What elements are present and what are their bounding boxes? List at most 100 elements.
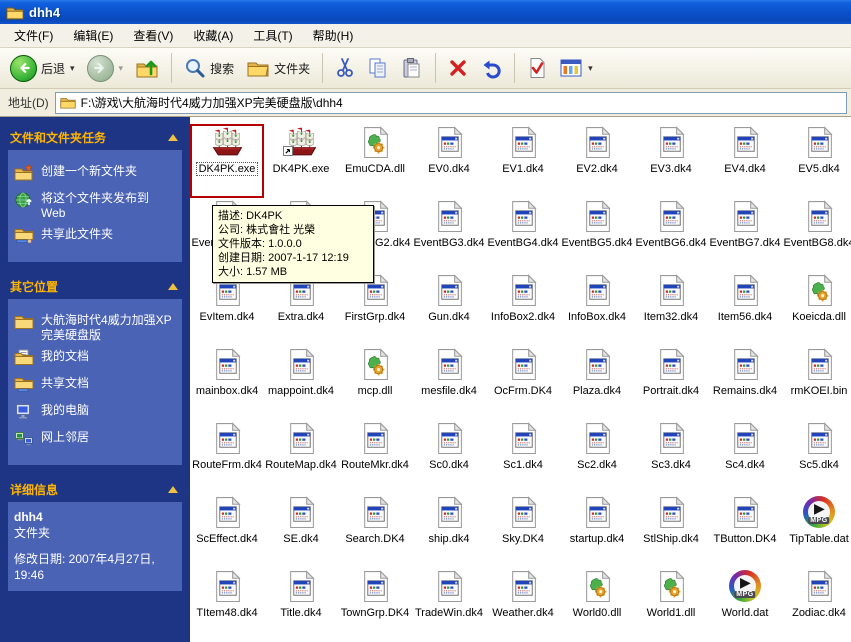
- file-item[interactable]: Sc3.dk4: [634, 420, 708, 494]
- sidebar-item[interactable]: 网上邻居: [14, 430, 176, 451]
- file-item[interactable]: mappoint.dk4: [264, 346, 338, 420]
- file-item[interactable]: TButton.DK4: [708, 494, 782, 568]
- views-button[interactable]: ▾: [555, 56, 597, 80]
- file-item[interactable]: ▶ MPG TipTable.dat: [782, 494, 851, 568]
- collapse-icon[interactable]: [168, 134, 178, 141]
- file-item[interactable]: Title.dk4: [264, 568, 338, 642]
- panel-header-other-places[interactable]: 其它位置: [8, 276, 182, 299]
- sidebar-item[interactable]: 创建一个新文件夹: [14, 164, 176, 185]
- file-item[interactable]: Portrait.dk4: [634, 346, 708, 420]
- sidebar-item[interactable]: 大航海时代4威力加强XP完美硬盘版: [14, 313, 176, 343]
- sync-check-button[interactable]: [523, 55, 551, 81]
- paste-button[interactable]: [397, 55, 427, 81]
- file-item[interactable]: World1.dll: [634, 568, 708, 642]
- file-item[interactable]: RouteMap.dk4: [264, 420, 338, 494]
- file-item[interactable]: Remains.dk4: [708, 346, 782, 420]
- views-dropdown-icon[interactable]: ▾: [588, 63, 593, 74]
- file-item[interactable]: ▶ MPG World.dat: [708, 568, 782, 642]
- file-item[interactable]: SE.dk4: [264, 494, 338, 568]
- file-item[interactable]: Sc5.dk4: [782, 420, 851, 494]
- file-item[interactable]: Search.DK4: [338, 494, 412, 568]
- file-item[interactable]: RouteMkr.dk4: [338, 420, 412, 494]
- menu-item[interactable]: 收藏(A): [183, 25, 243, 47]
- sidebar-item[interactable]: 共享文档: [14, 376, 176, 397]
- file-item[interactable]: Sc0.dk4: [412, 420, 486, 494]
- file-item[interactable]: InfoBox.dk4: [560, 272, 634, 346]
- undo-button[interactable]: [476, 55, 506, 81]
- up-button[interactable]: [131, 54, 163, 82]
- file-item[interactable]: Extra.dk4: [264, 272, 338, 346]
- address-input[interactable]: F:\游戏\大航海时代4威力加强XP完美硬盘版\dhh4: [54, 91, 847, 114]
- file-item[interactable]: Koeicda.dll: [782, 272, 851, 346]
- copy-icon: [367, 57, 389, 79]
- back-button[interactable]: 后退 ▾: [6, 53, 79, 84]
- panel-header-file-tasks[interactable]: 文件和文件夹任务: [8, 127, 182, 150]
- sidebar-item-label: 我的电脑: [41, 403, 90, 417]
- file-item[interactable]: DK4PK.exe: [190, 124, 264, 198]
- back-dropdown-icon[interactable]: ▾: [70, 63, 75, 74]
- file-item[interactable]: EventBG3.dk4: [412, 198, 486, 272]
- file-item[interactable]: OcFrm.DK4: [486, 346, 560, 420]
- delete-button[interactable]: [444, 56, 472, 80]
- file-item[interactable]: InfoBox2.dk4: [486, 272, 560, 346]
- file-item[interactable]: Sc1.dk4: [486, 420, 560, 494]
- file-item[interactable]: TownGrp.DK4: [338, 568, 412, 642]
- file-item[interactable]: startup.dk4: [560, 494, 634, 568]
- sidebar-item[interactable]: 共享此文件夹: [14, 227, 176, 248]
- file-item[interactable]: EV5.dk4: [782, 124, 851, 198]
- file-item[interactable]: EventBG7.dk4: [708, 198, 782, 272]
- menu-item[interactable]: 帮助(H): [303, 25, 364, 47]
- file-item[interactable]: Item32.dk4: [634, 272, 708, 346]
- file-item[interactable]: ScEffect.dk4: [190, 494, 264, 568]
- file-item[interactable]: EV4.dk4: [708, 124, 782, 198]
- sidebar-item[interactable]: 我的电脑: [14, 403, 176, 424]
- sidebar-item[interactable]: 我的文档: [14, 349, 176, 370]
- sidebar-item[interactable]: 将这个文件夹发布到 Web: [14, 191, 176, 221]
- file-item[interactable]: Zodiac.dk4: [782, 568, 851, 642]
- file-item[interactable]: EvItem.dk4: [190, 272, 264, 346]
- file-item[interactable]: EmuCDA.dll: [338, 124, 412, 198]
- cut-button[interactable]: [331, 55, 359, 81]
- file-item[interactable]: TradeWin.dk4: [412, 568, 486, 642]
- file-item[interactable]: EV0.dk4: [412, 124, 486, 198]
- file-item[interactable]: mcp.dll: [338, 346, 412, 420]
- file-item[interactable]: World0.dll: [560, 568, 634, 642]
- file-item[interactable]: Weather.dk4: [486, 568, 560, 642]
- file-item[interactable]: EventBG5.dk4: [560, 198, 634, 272]
- file-item[interactable]: Sc2.dk4: [560, 420, 634, 494]
- search-button[interactable]: 搜索: [180, 55, 238, 81]
- file-item[interactable]: rmKOEI.bin: [782, 346, 851, 420]
- back-icon: [10, 54, 37, 82]
- forward-dropdown-icon[interactable]: ▾: [119, 63, 124, 74]
- file-item[interactable]: Sc4.dk4: [708, 420, 782, 494]
- menu-item[interactable]: 编辑(E): [63, 25, 123, 47]
- menu-item[interactable]: 文件(F): [4, 25, 63, 47]
- copy-button[interactable]: [363, 55, 393, 81]
- panel-header-details[interactable]: 详细信息: [8, 479, 182, 502]
- file-item[interactable]: EV3.dk4: [634, 124, 708, 198]
- file-item[interactable]: ship.dk4: [412, 494, 486, 568]
- file-item[interactable]: EventBG8.dk4: [782, 198, 851, 272]
- file-item[interactable]: EV2.dk4: [560, 124, 634, 198]
- file-label: ScEffect.dk4: [196, 533, 258, 545]
- collapse-icon[interactable]: [168, 283, 178, 290]
- file-item[interactable]: Gun.dk4: [412, 272, 486, 346]
- file-item[interactable]: RouteFrm.dk4: [190, 420, 264, 494]
- file-item[interactable]: Plaza.dk4: [560, 346, 634, 420]
- file-item[interactable]: Sky.DK4: [486, 494, 560, 568]
- file-item[interactable]: EV1.dk4: [486, 124, 560, 198]
- menu-item[interactable]: 工具(T): [243, 25, 302, 47]
- collapse-icon[interactable]: [168, 486, 178, 493]
- file-item[interactable]: StlShip.dk4: [634, 494, 708, 568]
- menu-item[interactable]: 查看(V): [123, 25, 183, 47]
- file-item[interactable]: FirstGrp.dk4: [338, 272, 412, 346]
- folders-button[interactable]: 文件夹: [242, 55, 314, 81]
- file-item[interactable]: TItem48.dk4: [190, 568, 264, 642]
- file-item[interactable]: EventBG4.dk4: [486, 198, 560, 272]
- file-item[interactable]: mainbox.dk4: [190, 346, 264, 420]
- forward-button[interactable]: ▾: [83, 53, 128, 84]
- file-item[interactable]: Item56.dk4: [708, 272, 782, 346]
- file-item[interactable]: DK4PK.exe: [264, 124, 338, 198]
- file-item[interactable]: EventBG6.dk4: [634, 198, 708, 272]
- file-item[interactable]: mesfile.dk4: [412, 346, 486, 420]
